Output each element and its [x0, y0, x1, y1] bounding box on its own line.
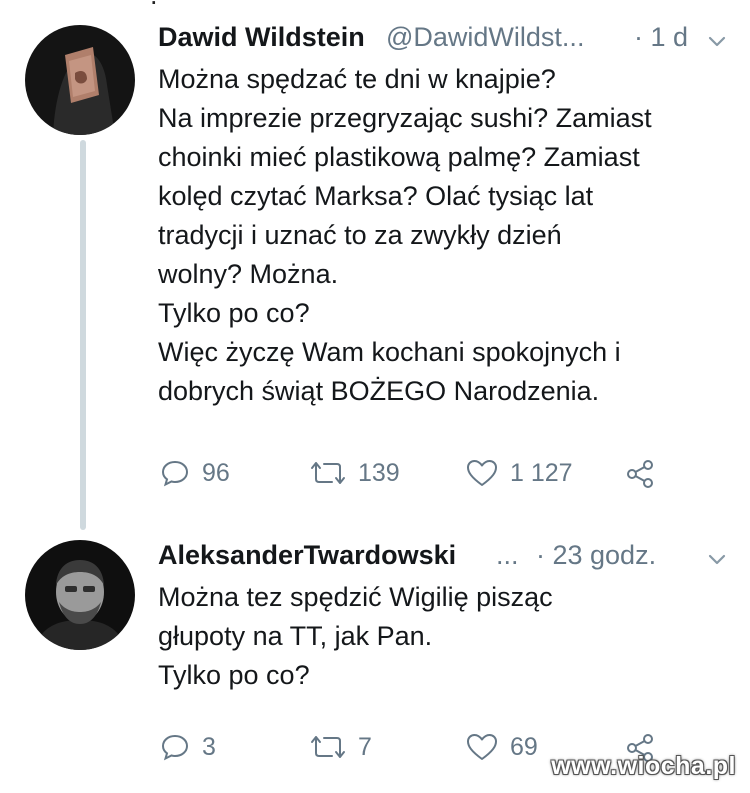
tweet-2: AleksanderTwardowski ... · 23 godz. Możn… — [158, 534, 728, 762]
tweet-line: kolęd czytać Marksa? Olać tysiąc lat — [158, 181, 594, 211]
chevron-down-icon[interactable] — [706, 30, 728, 52]
heart-icon — [467, 734, 497, 760]
retweet-icon — [311, 736, 345, 758]
chevron-down-icon[interactable] — [706, 548, 728, 570]
tweet-line: dobrych świąt BOŻEGO Narodzenia. — [158, 376, 600, 406]
like-count: 69 — [510, 732, 538, 761]
tweet-line: Na imprezie przegryzając sushi? Zamiast — [158, 103, 652, 133]
tweet-1: Dawid Wildstein @DawidWildst... · 1 d Mo… — [158, 16, 728, 488]
watermark-logo: www.wiocha.pl — [551, 752, 736, 780]
reply-count: 3 — [202, 732, 216, 761]
reply-button[interactable]: 3 — [160, 732, 216, 762]
tweet-line: choinki mieć plastikową palmę? Zamiast — [158, 142, 640, 172]
tweet-line: wolny? Można. — [158, 259, 339, 289]
tweet-time[interactable]: · 1 d — [634, 22, 688, 53]
heart-icon — [467, 460, 497, 486]
tweet-line: Tylko po co? — [158, 660, 310, 690]
avatar-aleksander-twardowski[interactable] — [25, 540, 135, 650]
tweet-line: głupoty na TT, jak Pan. — [158, 621, 433, 651]
author-handle[interactable]: @DawidWildst... — [386, 22, 584, 53]
reply-button[interactable]: 96 — [160, 458, 230, 488]
previous-tweet-sliver: . — [0, 0, 750, 10]
tweet-line: Tylko po co? — [158, 298, 310, 328]
like-count: 1 127 — [510, 458, 573, 487]
retweet-count: 139 — [358, 458, 400, 487]
tweet-line: Więc życzę Wam kochani spokojnych i — [158, 337, 621, 367]
share-icon — [627, 460, 653, 488]
like-button[interactable]: 1 127 — [466, 458, 573, 488]
reply-icon — [161, 734, 189, 761]
tweet-line: Można spędzać te dni w knajpie? — [158, 64, 556, 94]
tweet-line: Można tez spędzić Wigilię pisząc — [158, 582, 553, 612]
author-name[interactable]: Dawid Wildstein — [158, 22, 365, 53]
tweet-time[interactable]: · 23 godz. — [536, 540, 656, 571]
tweet-actions: 96 139 1 127 — [158, 458, 718, 498]
retweet-button[interactable]: 139 — [310, 458, 400, 488]
author-name[interactable]: AleksanderTwardowski — [158, 540, 456, 571]
like-button[interactable]: 69 — [466, 732, 538, 762]
tweet-body: Można spędzać te dni w knajpie? Na impre… — [158, 60, 728, 411]
retweet-count: 7 — [358, 732, 372, 761]
avatar-dawid-wildstein[interactable] — [25, 25, 135, 135]
retweet-button[interactable]: 7 — [310, 732, 372, 762]
share-button[interactable] — [624, 458, 656, 490]
reply-count: 96 — [202, 458, 230, 487]
retweet-icon — [311, 462, 345, 484]
tweet-line: tradycji i uznać to za zwykły dzień — [158, 220, 562, 250]
tweet-header: AleksanderTwardowski ... · 23 godz. — [158, 534, 728, 576]
tweet-header: Dawid Wildstein @DawidWildst... · 1 d — [158, 16, 728, 58]
thread-connector-line — [80, 140, 86, 530]
tweet-body: Można tez spędzić Wigilię pisząc głupoty… — [158, 578, 728, 695]
reply-icon — [161, 460, 189, 487]
author-handle[interactable]: ... — [496, 540, 519, 571]
